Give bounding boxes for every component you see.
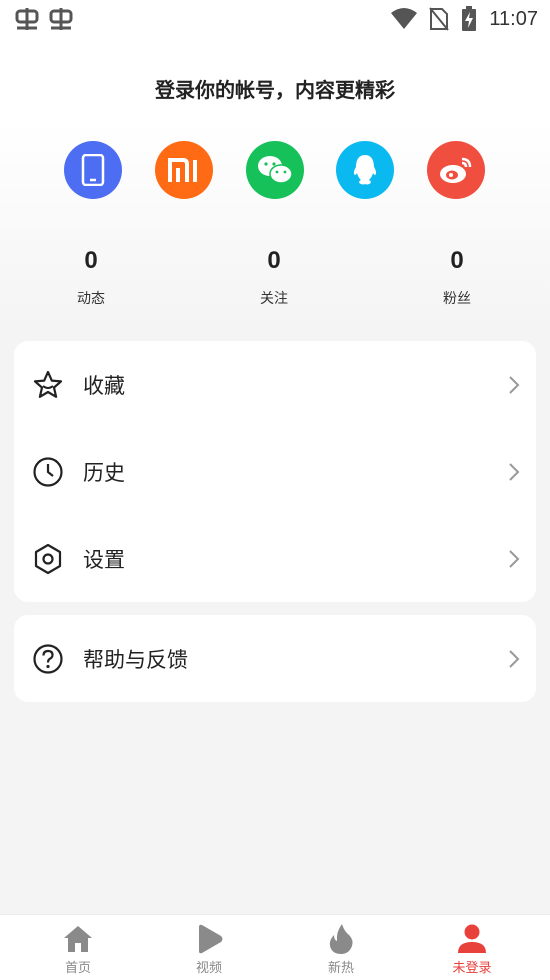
user-icon bbox=[458, 924, 486, 953]
nav-profile[interactable]: 未登录 bbox=[422, 915, 522, 980]
wifi-icon bbox=[391, 8, 418, 29]
login-methods bbox=[64, 141, 486, 199]
stat-value: 0 bbox=[84, 247, 98, 274]
menu-item-label: 设置 bbox=[83, 547, 125, 572]
stat-value: 0 bbox=[450, 247, 464, 274]
chevron-right-icon bbox=[509, 550, 520, 568]
stat-label: 关注 bbox=[260, 291, 288, 307]
menu-item-help[interactable]: 帮助与反馈 bbox=[14, 615, 536, 702]
weibo-icon bbox=[440, 157, 472, 183]
qq-login-button[interactable] bbox=[336, 141, 394, 199]
battery-charging-icon bbox=[462, 6, 477, 31]
menu-item-favorites[interactable]: 收藏 bbox=[14, 341, 536, 428]
menu-item-label: 收藏 bbox=[83, 373, 125, 398]
menu-card: 帮助与反馈 bbox=[14, 615, 536, 702]
bottom-nav: 首页 视频 新热 未登录 bbox=[0, 914, 550, 980]
xiaomi-login-button[interactable] bbox=[155, 141, 213, 199]
help-icon bbox=[33, 644, 63, 674]
chevron-right-icon bbox=[509, 650, 520, 668]
chevron-right-icon bbox=[509, 463, 520, 481]
flame-icon bbox=[329, 924, 353, 954]
chevron-right-icon bbox=[509, 376, 520, 394]
phone-login-button[interactable] bbox=[64, 141, 122, 199]
clock: 11:07 bbox=[489, 7, 538, 30]
notification-icons bbox=[14, 6, 74, 32]
stat-following[interactable]: 0 关注 bbox=[229, 246, 319, 308]
stat-label: 动态 bbox=[77, 291, 105, 307]
stat-value: 0 bbox=[267, 247, 281, 274]
wechat-login-button[interactable] bbox=[246, 141, 304, 199]
bug-icon bbox=[15, 8, 39, 30]
nav-label: 视频 bbox=[195, 961, 222, 976]
home-icon bbox=[64, 926, 92, 952]
stat-posts[interactable]: 0 动态 bbox=[46, 246, 136, 308]
stat-followers[interactable]: 0 粉丝 bbox=[412, 246, 502, 308]
wechat-icon bbox=[258, 156, 293, 184]
menu-card: 收藏 历史 设置 bbox=[14, 341, 536, 602]
stat-label: 粉丝 bbox=[443, 291, 471, 307]
login-prompt[interactable]: 登录你的帐号，内容更精彩 bbox=[0, 74, 550, 103]
xiaomi-icon bbox=[168, 158, 197, 182]
phone-icon bbox=[81, 154, 105, 186]
settings-hexagon-icon bbox=[34, 543, 62, 575]
nav-label: 未登录 bbox=[452, 961, 492, 976]
nav-label: 首页 bbox=[64, 961, 91, 976]
star-icon bbox=[33, 370, 63, 398]
qq-icon bbox=[353, 155, 377, 185]
menu-item-label: 帮助与反馈 bbox=[83, 647, 188, 672]
weibo-login-button[interactable] bbox=[427, 141, 485, 199]
nav-label: 新热 bbox=[327, 961, 354, 976]
menu-item-settings[interactable]: 设置 bbox=[14, 515, 536, 602]
bug-icon bbox=[49, 8, 73, 30]
clock-icon bbox=[33, 457, 63, 487]
no-sim-icon bbox=[429, 7, 450, 31]
video-icon bbox=[199, 924, 223, 954]
nav-home[interactable]: 首页 bbox=[28, 915, 128, 980]
nav-video[interactable]: 视频 bbox=[159, 915, 259, 980]
menu-item-label: 历史 bbox=[83, 460, 125, 485]
nav-trending[interactable]: 新热 bbox=[291, 915, 391, 980]
menu-item-history[interactable]: 历史 bbox=[14, 428, 536, 515]
status-bar: 11:07 bbox=[0, 0, 550, 40]
